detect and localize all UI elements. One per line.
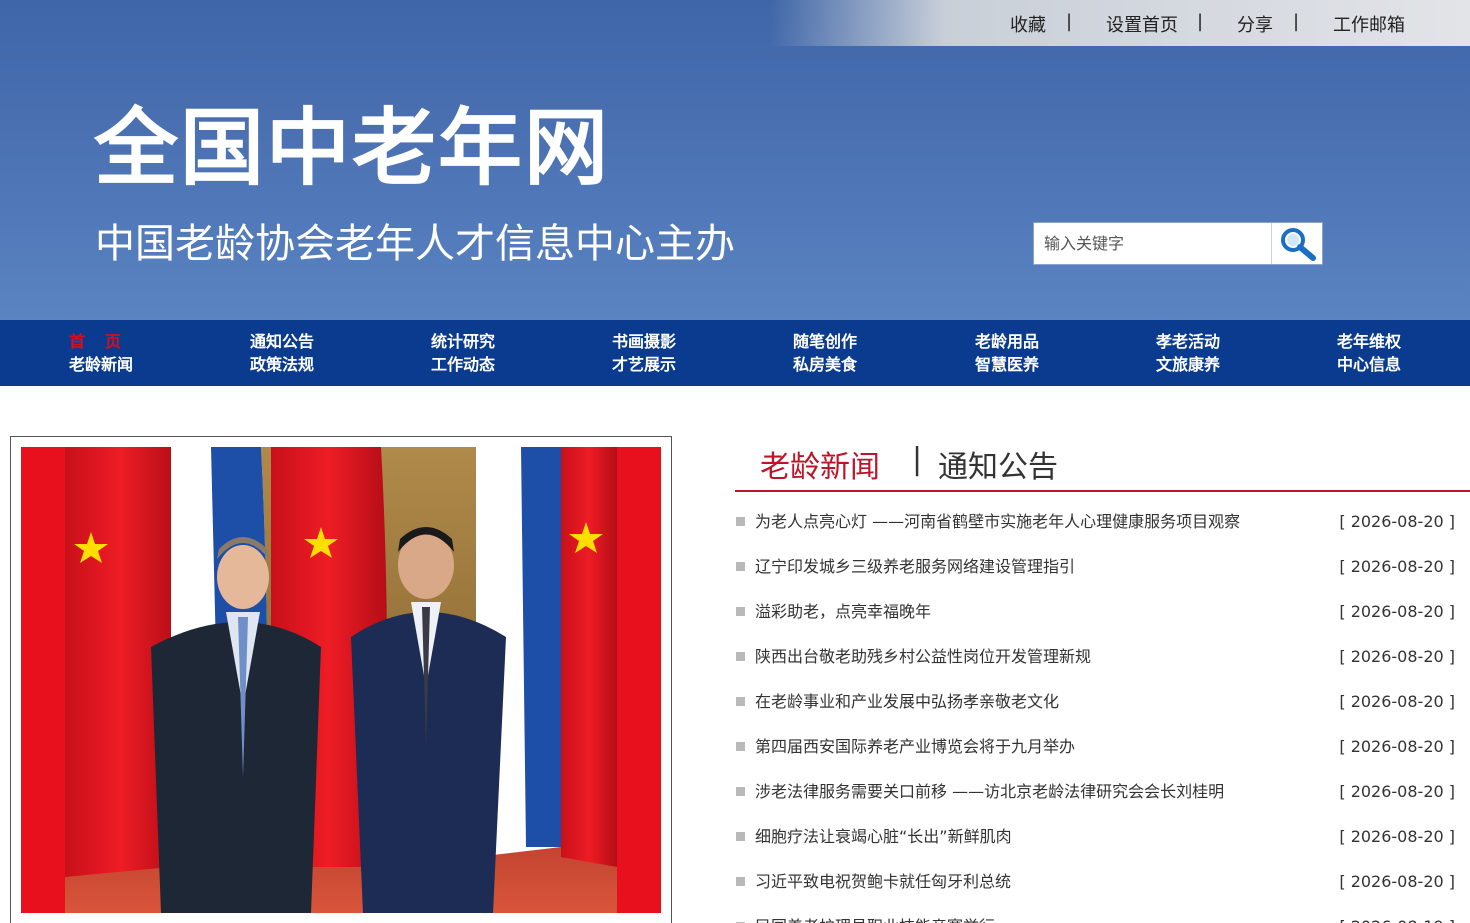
nav-essays[interactable]: 随笔创作: [793, 330, 913, 353]
square-bullet-icon: [736, 832, 745, 841]
square-bullet-icon: [736, 562, 745, 571]
list-item: 涉老法律服务需要关口前移 ——访北京老龄法律研究会会长刘桂明 [ 2026-08…: [735, 769, 1470, 814]
nav-column: 孝老活动 文旅康养: [1156, 330, 1276, 376]
news-title-link[interactable]: 细胞疗法让衰竭心脏“长出”新鲜肌肉: [755, 814, 1012, 859]
list-item: 民国养老护理员职业技能竞赛举行 [ 2026-08-19 ]: [735, 904, 1470, 923]
nav-home-cooking[interactable]: 私房美食: [793, 353, 913, 376]
square-bullet-icon: [736, 877, 745, 886]
search-input[interactable]: [1034, 223, 1272, 264]
nav-column: 书画摄影 才艺展示: [612, 330, 732, 376]
nav-smart-care[interactable]: 智慧医养: [975, 353, 1095, 376]
nav-rights-protection[interactable]: 老年维权: [1337, 330, 1457, 353]
nav-column: 随笔创作 私房美食: [793, 330, 913, 376]
news-title-link[interactable]: 陕西出台敬老助残乡村公益性岗位开发管理新规: [755, 634, 1091, 679]
nav-column: 老龄用品 智慧医养: [975, 330, 1095, 376]
news-tabs: 老龄新闻 | 通知公告: [735, 440, 1470, 492]
news-date: [ 2026-08-20 ]: [1339, 782, 1455, 801]
utility-links: 收藏 | 设置首页 | 分享 | 工作邮箱: [1010, 0, 1470, 46]
news-date: [ 2026-08-20 ]: [1339, 872, 1455, 891]
nav-statistics[interactable]: 统计研究: [431, 330, 551, 353]
nav-column: 首页 老龄新闻: [69, 330, 189, 376]
work-email-link[interactable]: 工作邮箱: [1333, 11, 1405, 37]
share-link[interactable]: 分享: [1237, 11, 1273, 37]
main-nav: 首页 老龄新闻 通知公告 政策法规 统计研究 工作动态 书画摄影 才艺展示 随笔…: [0, 320, 1470, 386]
square-bullet-icon: [736, 742, 745, 751]
site-title: 全国中老年网: [94, 99, 611, 197]
nav-elderly-news[interactable]: 老龄新闻: [69, 353, 189, 376]
news-title-link[interactable]: 辽宁印发城乡三级养老服务网络建设管理指引: [755, 544, 1075, 589]
nav-policies[interactable]: 政策法规: [250, 353, 370, 376]
tab-elderly-news[interactable]: 老龄新闻: [760, 442, 880, 486]
utility-separator: |: [1066, 11, 1073, 32]
nav-column: 统计研究 工作动态: [431, 330, 551, 376]
list-item: 在老龄事业和产业发展中弘扬孝亲敬老文化 [ 2026-08-20 ]: [735, 679, 1470, 724]
list-item: 溢彩助老，点亮幸福晚年 [ 2026-08-20 ]: [735, 589, 1470, 634]
utility-separator: |: [1293, 11, 1300, 32]
site-subtitle: 中国老龄协会老年人才信息中心主办: [95, 221, 735, 267]
featured-photo-image: [21, 447, 661, 913]
magnifier-icon: [1281, 228, 1316, 261]
news-title-link[interactable]: 民国养老护理员职业技能竞赛举行: [755, 904, 995, 923]
site-header: 收藏 | 设置首页 | 分享 | 工作邮箱 全国中老年网 中国老龄协会老年人才信…: [0, 0, 1470, 320]
news-title-link[interactable]: 涉老法律服务需要关口前移 ——访北京老龄法律研究会会长刘桂明: [755, 769, 1224, 814]
square-bullet-icon: [736, 652, 745, 661]
nav-filial-activities[interactable]: 孝老活动: [1156, 330, 1276, 353]
list-item: 第四届西安国际养老产业博览会将于九月举办 [ 2026-08-20 ]: [735, 724, 1470, 769]
nav-column: 老年维权 中心信息: [1337, 330, 1457, 376]
square-bullet-icon: [736, 697, 745, 706]
square-bullet-icon: [736, 607, 745, 616]
utility-separator: |: [1197, 11, 1204, 32]
nav-center-info[interactable]: 中心信息: [1337, 353, 1457, 376]
news-title-link[interactable]: 为老人点亮心灯 ——河南省鹤壁市实施老年人心理健康服务项目观察: [755, 499, 1240, 544]
nav-travel-wellness[interactable]: 文旅康养: [1156, 353, 1276, 376]
nav-notices[interactable]: 通知公告: [250, 330, 370, 353]
featured-photo-frame: [10, 436, 672, 923]
news-title-link[interactable]: 溢彩助老，点亮幸福晚年: [755, 589, 931, 634]
set-homepage-link[interactable]: 设置首页: [1106, 11, 1178, 37]
search-button[interactable]: [1271, 223, 1322, 264]
nav-home[interactable]: 首页: [69, 330, 189, 353]
news-title-link[interactable]: 第四届西安国际养老产业博览会将于九月举办: [755, 724, 1075, 769]
list-item: 陕西出台敬老助残乡村公益性岗位开发管理新规 [ 2026-08-20 ]: [735, 634, 1470, 679]
news-date: [ 2026-08-20 ]: [1339, 827, 1455, 846]
news-title-link[interactable]: 在老龄事业和产业发展中弘扬孝亲敬老文化: [755, 679, 1059, 724]
tab-separator: |: [912, 442, 923, 477]
list-item: 习近平致电祝贺鲍卡就任匈牙利总统 [ 2026-08-20 ]: [735, 859, 1470, 904]
list-item: 细胞疗法让衰竭心脏“长出”新鲜肌肉 [ 2026-08-20 ]: [735, 814, 1470, 859]
nav-column: 通知公告 政策法规: [250, 330, 370, 376]
news-date: [ 2026-08-20 ]: [1339, 647, 1455, 666]
news-list: 为老人点亮心灯 ——河南省鹤壁市实施老年人心理健康服务项目观察 [ 2026-0…: [735, 499, 1470, 923]
nav-talent-show[interactable]: 才艺展示: [612, 353, 732, 376]
news-date: [ 2026-08-20 ]: [1339, 692, 1455, 711]
favorite-link[interactable]: 收藏: [1010, 11, 1046, 37]
news-date: [ 2026-08-20 ]: [1339, 737, 1455, 756]
news-date: [ 2026-08-19 ]: [1339, 904, 1455, 923]
news-title-link[interactable]: 习近平致电祝贺鲍卡就任匈牙利总统: [755, 859, 1011, 904]
search-box: [1033, 222, 1323, 265]
news-date: [ 2026-08-20 ]: [1339, 512, 1455, 531]
top-utility-bar: 收藏 | 设置首页 | 分享 | 工作邮箱: [770, 0, 1470, 46]
nav-painting-photo[interactable]: 书画摄影: [612, 330, 732, 353]
list-item: 为老人点亮心灯 ——河南省鹤壁市实施老年人心理健康服务项目观察 [ 2026-0…: [735, 499, 1470, 544]
tab-notices[interactable]: 通知公告: [938, 442, 1058, 486]
news-date: [ 2026-08-20 ]: [1339, 602, 1455, 621]
featured-photo[interactable]: [21, 447, 661, 913]
nav-work-updates[interactable]: 工作动态: [431, 353, 551, 376]
square-bullet-icon: [736, 517, 745, 526]
list-item: 辽宁印发城乡三级养老服务网络建设管理指引 [ 2026-08-20 ]: [735, 544, 1470, 589]
news-date: [ 2026-08-20 ]: [1339, 557, 1455, 576]
nav-elderly-products[interactable]: 老龄用品: [975, 330, 1095, 353]
square-bullet-icon: [736, 787, 745, 796]
